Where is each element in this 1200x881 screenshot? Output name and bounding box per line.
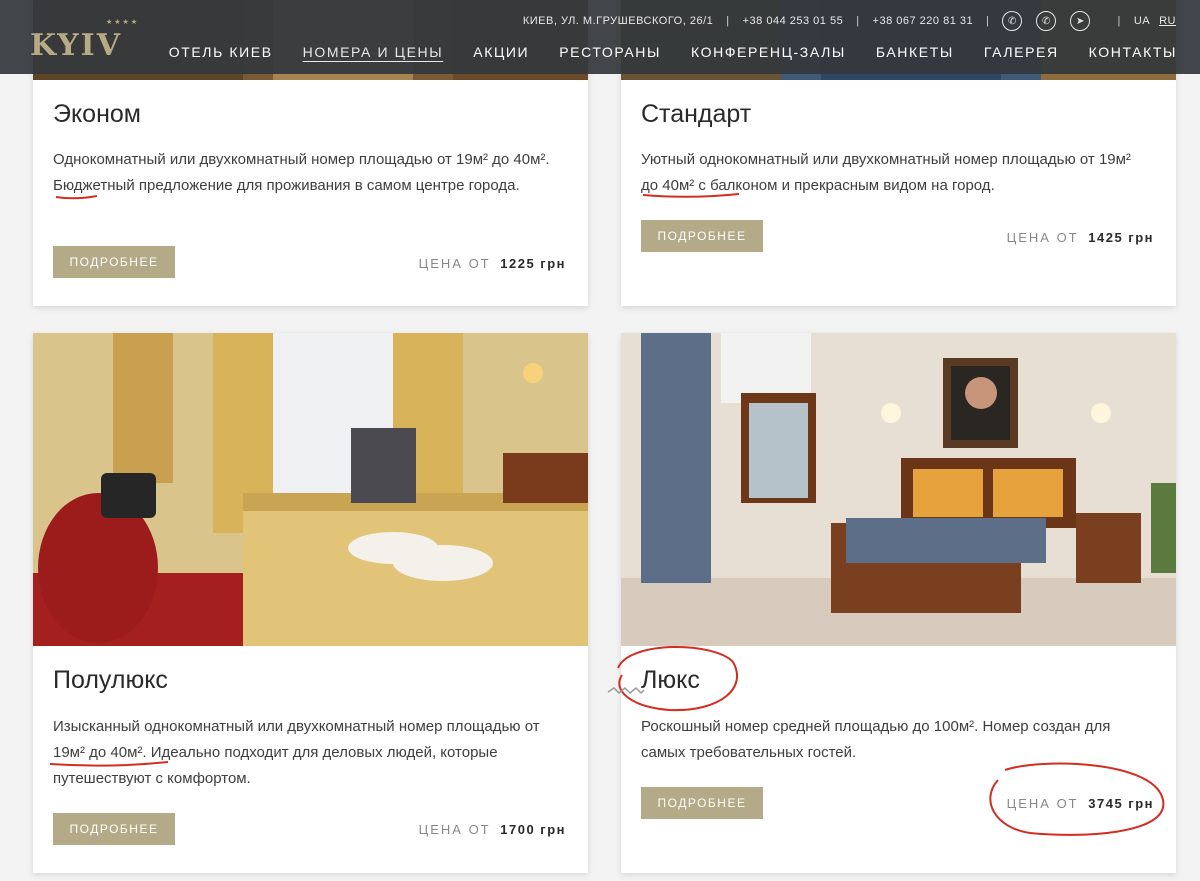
room-card-junior-suite: Полулюкс Изысканный однокомнатный или дв… xyxy=(33,333,588,873)
price-value: 3745 грн xyxy=(1088,796,1154,811)
address: КИЕВ, УЛ. М.ГРУШЕВСКОГО, 26/1 xyxy=(522,15,714,27)
phone-1[interactable]: +38 044 253 01 55 xyxy=(743,15,844,27)
logo-text: KYIV xyxy=(30,28,122,63)
main-nav: ОТЕЛЬ КИЕВ НОМЕРА И ЦЕНЫ АКЦИИ РЕСТОРАНЫ… xyxy=(154,44,1192,60)
room-description: Изысканный однокомнатный или двухкомнатн… xyxy=(53,718,540,787)
nav-rooms-prices[interactable]: НОМЕРА И ЦЕНЫ xyxy=(303,44,444,60)
price-value: 1225 грн xyxy=(500,256,566,271)
divider: | xyxy=(986,15,990,27)
details-button[interactable]: ПОДРОБНЕЕ xyxy=(641,220,763,252)
star-rating-icon: ★★★★ xyxy=(106,19,140,26)
price-label: ЦЕНА ОТ xyxy=(418,822,491,837)
price-from: ЦЕНА ОТ 3745 грн xyxy=(1007,796,1154,811)
price-value: 1700 грн xyxy=(500,822,566,837)
details-button[interactable]: ПОДРОБНЕЕ xyxy=(53,246,175,278)
room-description: Однокомнатный или двухкомнатный номер пл… xyxy=(53,151,550,194)
divider: | xyxy=(856,15,860,27)
price-from: ЦЕНА ОТ 1700 грн xyxy=(419,822,566,837)
nav-gallery[interactable]: ГАЛЕРЕЯ xyxy=(984,44,1059,60)
nav-hotel-kiev[interactable]: ОТЕЛЬ КИЕВ xyxy=(169,44,273,60)
price-label: ЦЕНА ОТ xyxy=(418,256,491,271)
nav-banquets[interactable]: БАНКЕТЫ xyxy=(876,44,954,60)
room-description: Роскошный номер средней площадью до 100м… xyxy=(641,718,1111,761)
details-button[interactable]: ПОДРОБНЕЕ xyxy=(53,813,175,845)
price-from: ЦЕНА ОТ 1425 грн xyxy=(1007,230,1154,245)
phone-2[interactable]: +38 067 220 81 31 xyxy=(873,15,974,27)
price-label: ЦЕНА ОТ xyxy=(1006,230,1079,245)
room-photo[interactable] xyxy=(33,333,588,646)
room-title: Эконом xyxy=(53,100,141,128)
whatsapp-icon[interactable]: ✆ xyxy=(1036,11,1057,31)
lang-ru[interactable]: RU xyxy=(1159,15,1176,27)
room-title: Стандарт xyxy=(641,100,752,128)
viber-icon[interactable]: ✆ xyxy=(1002,11,1023,31)
details-button[interactable]: ПОДРОБНЕЕ xyxy=(641,787,763,819)
site-header: ★★★★ KYIV КИЕВ, УЛ. М.ГРУШЕВСКОГО, 26/1 … xyxy=(0,0,1200,74)
telegram-icon[interactable]: ➤ xyxy=(1070,11,1091,31)
contact-bar: КИЕВ, УЛ. М.ГРУШЕВСКОГО, 26/1 | +38 044 … xyxy=(522,11,1176,31)
room-title: Люкс xyxy=(641,666,700,694)
room-card-suite: Люкс Роскошный номер средней площадью до… xyxy=(621,333,1176,873)
nav-restaurants[interactable]: РЕСТОРАНЫ xyxy=(559,44,661,60)
price-label: ЦЕНА ОТ xyxy=(1006,796,1079,811)
divider: | xyxy=(1117,15,1121,27)
nav-contacts[interactable]: КОНТАКТЫ xyxy=(1089,44,1177,60)
hotel-logo[interactable]: ★★★★ KYIV xyxy=(30,18,140,63)
nav-conference-halls[interactable]: КОНФЕРЕНЦ-ЗАЛЫ xyxy=(691,44,846,60)
lang-ua[interactable]: UA xyxy=(1134,15,1150,27)
room-description: Уютный однокомнатный или двухкомнатный н… xyxy=(641,151,1131,194)
price-from: ЦЕНА ОТ 1225 грн xyxy=(419,256,566,271)
price-value: 1425 грн xyxy=(1088,230,1154,245)
nav-promotions[interactable]: АКЦИИ xyxy=(473,44,529,60)
room-title: Полулюкс xyxy=(53,666,168,694)
divider: | xyxy=(726,15,730,27)
room-photo[interactable] xyxy=(621,333,1176,646)
